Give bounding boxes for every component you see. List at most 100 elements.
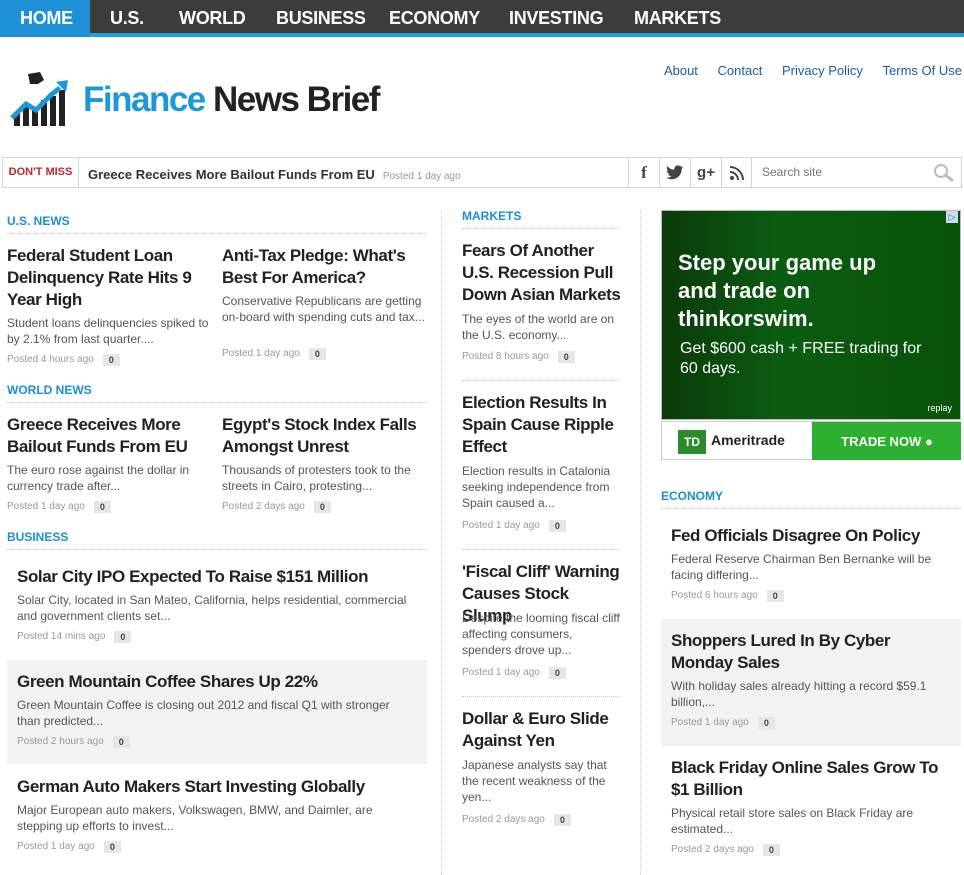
article-excerpt: Federal Reserve Chairman Ben Bernanke wi… (671, 552, 932, 582)
comment-count[interactable]: 0 (557, 351, 575, 363)
article-excerpt: Conservative Republicans are getting on-… (222, 294, 425, 324)
article-excerpt: Japanese analysts say that the recent we… (462, 758, 607, 804)
article-meta: Posted 1 day ago 0 (7, 500, 111, 513)
comment-count[interactable]: 0 (103, 841, 121, 853)
dont-miss-headline[interactable]: Greece Receives More Bailout Funds From … (88, 158, 461, 193)
article-title[interactable]: Federal Student Loan Delinquency Rate Hi… (7, 245, 212, 311)
ad-subtext: Get $600 cash + FREE trading for 60 days… (680, 340, 922, 377)
article-excerpt: The euro rose against the dollar in curr… (7, 463, 190, 493)
dont-miss-title[interactable]: Greece Receives More Bailout Funds From … (88, 167, 375, 182)
article-posted: Posted 8 hours ago (462, 351, 549, 362)
article-title[interactable]: Egypt's Stock Index Falls Amongst Unrest (222, 414, 427, 458)
article-excerpt: Election results in Catalonia seeking in… (462, 464, 611, 510)
search-box (751, 158, 961, 187)
article-meta: Posted 2 days ago 0 (222, 500, 331, 513)
divider (462, 696, 620, 697)
link-terms[interactable]: Terms Of Use (883, 63, 962, 78)
ad-choices-icon[interactable]: ▷ (946, 211, 958, 223)
link-privacy[interactable]: Privacy Policy (782, 63, 863, 78)
article-posted: Posted 14 mins ago (17, 631, 106, 642)
article-posted: Posted 2 hours ago (17, 736, 104, 747)
article-meta: Posted 1 day ago 0 (671, 716, 775, 729)
nav-investing[interactable]: INVESTING (509, 0, 604, 37)
comment-count[interactable]: 0 (313, 501, 331, 513)
comment-count[interactable]: 0 (762, 844, 780, 856)
article-posted: Posted 1 day ago (222, 348, 300, 359)
column-divider (640, 210, 641, 875)
comment-count[interactable]: 0 (93, 501, 111, 513)
article-title[interactable]: Anti-Tax Pledge: What's Best For America… (222, 245, 427, 289)
link-contact[interactable]: Contact (718, 63, 763, 78)
rss-icon[interactable] (721, 158, 752, 187)
article-meta: Posted 1 day ago 0 (462, 519, 566, 532)
comment-count[interactable]: 0 (308, 348, 326, 360)
comment-count[interactable]: 0 (114, 631, 132, 643)
logo-news: News (213, 80, 300, 119)
td-logo: TD (678, 430, 706, 454)
article-excerpt: Student loans delinquencies spiked to by… (7, 316, 209, 346)
advertisement-banner[interactable]: Step your game up and trade on thinkorsw… (661, 210, 961, 460)
comment-count[interactable]: 0 (102, 354, 120, 366)
article-posted: Posted 2 days ago (462, 814, 545, 825)
search-input[interactable] (762, 165, 922, 179)
article-meta: Posted 14 mins ago 0 (17, 630, 132, 643)
comment-count[interactable]: 0 (112, 736, 130, 748)
trade-now-button[interactable]: TRADE NOW ● (812, 422, 961, 460)
article-title[interactable]: German Auto Makers Start Investing Globa… (17, 776, 417, 798)
twitter-icon[interactable] (659, 158, 690, 187)
article-posted: Posted 2 days ago (222, 501, 305, 512)
ad-brand: Ameritrade (711, 432, 785, 448)
column-divider (441, 210, 442, 875)
article-title[interactable]: Green Mountain Coffee Shares Up 22% (17, 671, 417, 693)
dont-miss-posted: Posted 1 day ago (382, 171, 461, 182)
article-posted: Posted 1 day ago (462, 520, 540, 531)
ad-footer: TD Ameritrade TRADE NOW ● (661, 421, 961, 460)
article-posted: Posted 4 hours ago (7, 354, 94, 365)
nav-world[interactable]: WORLD (179, 0, 246, 37)
article-excerpt: The eyes of the world are on the U.S. ec… (462, 312, 615, 342)
article-meta: Posted 1 day ago 0 (462, 666, 566, 679)
article-meta: Posted 4 hours ago 0 (7, 353, 120, 366)
google-plus-icon[interactable]: g+ (690, 158, 721, 187)
section-heading-markets[interactable]: MARKETS (462, 209, 620, 229)
nav-us[interactable]: U.S. (110, 0, 144, 37)
nav-home[interactable]: HOME (0, 0, 90, 37)
section-heading-world-news[interactable]: WORLD NEWS (7, 383, 427, 403)
article-title[interactable]: Greece Receives More Bailout Funds From … (7, 414, 217, 458)
article-posted: Posted 1 day ago (671, 717, 749, 728)
trade-now-label: TRADE NOW (841, 434, 922, 449)
logo-brief: Brief (306, 80, 381, 119)
article-title[interactable]: Fed Officials Disagree On Policy (671, 525, 956, 547)
article-posted: Posted 1 day ago (17, 841, 95, 852)
comment-count[interactable]: 0 (553, 814, 571, 826)
comment-count[interactable]: 0 (548, 667, 566, 679)
section-heading-economy[interactable]: ECONOMY (661, 489, 961, 509)
article-title[interactable]: Dollar & Euro Slide Against Yen (462, 708, 622, 752)
comment-count[interactable]: 0 (757, 717, 775, 729)
nav-economy[interactable]: ECONOMY (389, 0, 480, 37)
ad-replay[interactable]: replay (927, 403, 952, 413)
nav-business[interactable]: BUSINESS (276, 0, 366, 37)
article-title[interactable]: Election Results In Spain Cause Ripple E… (462, 392, 622, 458)
article-meta: Posted 1 day ago 0 (222, 347, 326, 360)
article-posted: Posted 6 hours ago (671, 590, 758, 601)
article-excerpt: Despite the looming fiscal cliff affecti… (462, 611, 620, 657)
article-excerpt: Physical retail store sales on Black Fri… (671, 806, 914, 836)
facebook-icon[interactable]: f (628, 158, 659, 187)
article-meta: Posted 1 day ago 0 (17, 840, 121, 853)
link-about[interactable]: About (664, 63, 698, 78)
ad-panel: Step your game up and trade on thinkorsw… (661, 210, 961, 420)
site-logo[interactable]: Finance News Brief (10, 70, 430, 130)
search-icon[interactable] (933, 163, 955, 183)
nav-markets[interactable]: MARKETS (634, 0, 721, 37)
comment-count[interactable]: 0 (766, 590, 784, 602)
article-excerpt: Thousands of protesters took to the stre… (222, 463, 411, 493)
article-title[interactable]: Fears Of Another U.S. Recession Pull Dow… (462, 240, 622, 306)
article-title[interactable]: Solar City IPO Expected To Raise $151 Mi… (17, 566, 417, 588)
article-title[interactable]: Shoppers Lured In By Cyber Monday Sales (671, 630, 956, 674)
article-title[interactable]: Black Friday Online Sales Grow To $1 Bil… (671, 757, 956, 801)
article-excerpt: Major European auto makers, Volkswagen, … (17, 803, 373, 833)
section-heading-us-news[interactable]: U.S. NEWS (7, 214, 427, 234)
section-heading-business[interactable]: BUSINESS (7, 530, 427, 550)
comment-count[interactable]: 0 (548, 520, 566, 532)
